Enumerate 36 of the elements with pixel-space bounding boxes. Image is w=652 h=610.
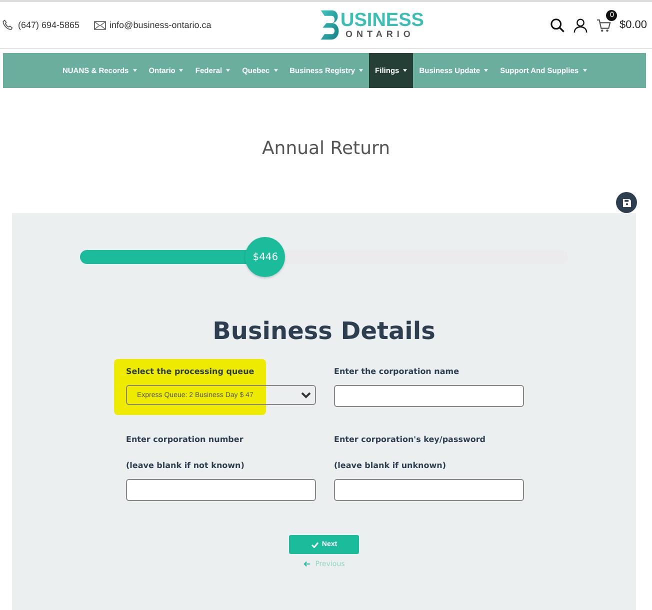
- user-icon[interactable]: [573, 18, 588, 32]
- form-heading: Business Details: [212, 317, 436, 345]
- logo[interactable]: USINESS ONTARIO: [318, 8, 424, 42]
- arrow-left-icon: [303, 561, 312, 567]
- caret-icon: [484, 69, 488, 72]
- page-title: Annual Return: [260, 138, 392, 159]
- chevron-down-icon: [301, 392, 311, 398]
- logo-wordmark: USINESS: [340, 11, 424, 30]
- progress-amount-bubble: $446: [245, 237, 286, 277]
- input-field[interactable]: [334, 479, 524, 501]
- phone-icon: [2, 19, 14, 31]
- input-field[interactable]: [334, 385, 524, 407]
- cart-icon[interactable]: [596, 18, 612, 32]
- field-hint: (leave blank if unknown): [334, 461, 447, 472]
- caret-icon: [226, 69, 230, 72]
- caret-icon: [403, 69, 408, 72]
- caret-icon: [179, 69, 184, 72]
- field-hint: (leave blank if not known): [126, 461, 246, 472]
- envelope-icon: [94, 20, 106, 30]
- checkmark-icon: [310, 542, 319, 548]
- logo-tagline: ONTARIO: [346, 30, 416, 39]
- logo-b-icon: [318, 8, 341, 42]
- input-field[interactable]: [126, 479, 316, 501]
- field-label: Enter corporation number: [126, 435, 244, 446]
- phone-number[interactable]: (647) 694-5865: [18, 20, 80, 30]
- caret-icon: [582, 69, 587, 72]
- caret-icon: [359, 69, 364, 72]
- caret-icon: [132, 69, 137, 72]
- field-label: Enter corporation's key/password: [334, 435, 487, 446]
- save-button[interactable]: [616, 192, 637, 213]
- email-address[interactable]: info@business-ontario.ca: [110, 20, 212, 30]
- cart-total[interactable]: $0.00: [619, 19, 647, 31]
- field-label: Enter the corporation name: [334, 367, 460, 378]
- field-label: Select the processing queue: [126, 367, 256, 378]
- caret-icon: [274, 69, 278, 72]
- search-icon[interactable]: [550, 18, 566, 32]
